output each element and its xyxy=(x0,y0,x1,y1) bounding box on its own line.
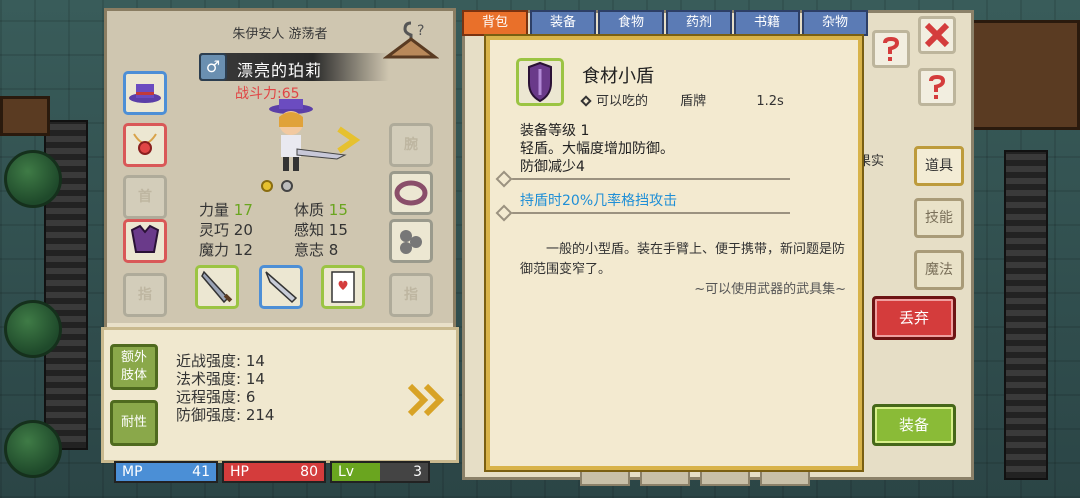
stat-value: 17 xyxy=(233,201,253,219)
discard-button[interactable]: 丢弃 xyxy=(872,296,956,340)
ring-slot-right-empty[interactable]: 指 xyxy=(389,273,433,317)
status-bars: MP 41 HP 80 Lv 3 xyxy=(114,461,430,485)
skills-button[interactable]: 技能 xyxy=(914,198,964,238)
character-panel: 朱伊安人 游荡者 ♂ 漂亮的珀莉 战斗力:65 ? 首 腕 力量 17 体质 1… xyxy=(101,8,459,463)
attribute-stats: 力量 17 体质 15 灵巧 20 感知 15 魔力 12 意志 8 xyxy=(199,199,389,259)
inventory-tabs: 背包 装备 食物 药剂 书籍 杂物 xyxy=(462,10,868,36)
stat-label: 灵巧 xyxy=(199,221,230,239)
item-title: 食材小盾 xyxy=(582,66,654,87)
stat-value: 8 xyxy=(328,241,339,259)
level-bar: Lv 3 xyxy=(330,461,430,483)
item-penalty: 防御减少4 xyxy=(520,159,585,175)
level-label: Lv xyxy=(338,464,355,480)
extra-limbs-button[interactable]: 额外 肢体 xyxy=(110,344,158,390)
item-description: 装备等级 1 轻盾。大幅度增加防御。 防御减少4 xyxy=(520,122,674,176)
gender-icon: ♂ xyxy=(199,53,227,81)
hp-label: HP xyxy=(230,464,249,480)
stat-label: 魔力 xyxy=(199,241,230,259)
divider xyxy=(504,178,790,180)
mp-label: MP xyxy=(122,464,143,480)
svg-text:?: ? xyxy=(417,23,424,39)
double-chevron-right-icon[interactable] xyxy=(406,382,446,418)
card-slot[interactable] xyxy=(321,265,365,309)
hp-value: 80 xyxy=(300,464,318,480)
slot-label: 首 xyxy=(138,189,152,205)
spell-strength: 法术强度: 14 xyxy=(176,370,265,388)
item-meta: 可以吃的 盾牌 1.2s xyxy=(580,90,784,109)
melee-strength: 近战强度: 14 xyxy=(176,352,265,370)
hat-slot[interactable] xyxy=(123,71,167,115)
weapon-slot-main[interactable] xyxy=(195,265,239,309)
help-question-icon[interactable] xyxy=(918,68,956,106)
equip-button[interactable]: 装备 xyxy=(872,404,956,446)
item-flavor-text: 一般的小型盾。装在手臂上、便于携带，新问题是防御范围变窄了。 xyxy=(520,242,846,277)
amulet-slot[interactable] xyxy=(123,123,167,167)
stat-label: 力量 xyxy=(199,201,230,219)
strength-list: 近战强度: 14 法术强度: 14 远程强度: 6 防御强度: 214 xyxy=(176,352,274,424)
stat-label: 意志 xyxy=(294,241,325,259)
defense-strength: 防御强度: 214 xyxy=(176,406,275,424)
tab-equipment[interactable]: 装备 xyxy=(530,10,596,36)
tab-potion[interactable]: 药剂 xyxy=(666,10,732,36)
shield-item-icon xyxy=(516,58,564,106)
ring-slot-left-empty[interactable]: 指 xyxy=(123,273,167,317)
item-edible: 可以吃的 xyxy=(596,94,649,109)
slot-label: 指 xyxy=(138,287,152,303)
extra-stats-box: 额外 肢体 耐性 近战强度: 14 法术强度: 14 远程强度: 6 防御强度:… xyxy=(101,327,459,463)
item-tooltip: 食材小盾 可以吃的 盾牌 1.2s 装备等级 1 轻盾。大幅度增加防御。 防御减… xyxy=(486,36,862,470)
belt-slot[interactable] xyxy=(389,171,433,215)
divider xyxy=(504,212,790,214)
background-tree xyxy=(4,300,62,358)
diamond-icon xyxy=(580,95,592,107)
slot-label: 指 xyxy=(404,287,418,303)
tab-backpack[interactable]: 背包 xyxy=(462,10,528,36)
mp-bar: MP 41 xyxy=(114,461,218,483)
stat-label: 感知 xyxy=(294,221,325,239)
mp-value: 41 xyxy=(192,464,210,480)
item-effect: 轻盾。大幅度增加防御。 xyxy=(520,141,674,157)
item-skill: 持盾时20%几率格挡攻击 xyxy=(520,193,678,209)
ranged-strength: 远程强度: 6 xyxy=(176,388,256,406)
items-button[interactable]: 道具 xyxy=(914,146,964,186)
item-equip-level: 装备等级 1 xyxy=(520,123,590,139)
item-type: 盾牌 xyxy=(680,94,707,109)
page-dot[interactable] xyxy=(281,180,293,192)
close-icon[interactable] xyxy=(918,16,956,54)
background-tree xyxy=(4,420,62,478)
tab-food[interactable]: 食物 xyxy=(598,10,664,36)
hp-bar: HP 80 xyxy=(222,461,326,483)
resistance-button[interactable]: 耐性 xyxy=(110,400,158,446)
magic-button[interactable]: 魔法 xyxy=(914,250,964,290)
item-weight: 1.2s xyxy=(756,94,784,109)
background-tree xyxy=(4,150,62,208)
next-character-arrow-icon[interactable] xyxy=(333,125,363,155)
level-value: 3 xyxy=(413,464,422,480)
stat-value: 15 xyxy=(328,201,348,219)
slot-label: 腕 xyxy=(404,137,418,153)
tab-books[interactable]: 书籍 xyxy=(734,10,800,36)
item-source: ~可以使用武器的武具集~ xyxy=(694,282,846,297)
background-pillar xyxy=(1004,150,1048,480)
wrist-slot-empty[interactable]: 腕 xyxy=(389,123,433,167)
weapon-slot-off[interactable] xyxy=(259,265,303,309)
background-shelf xyxy=(966,20,1080,130)
wardrobe-hanger-icon[interactable]: ? xyxy=(382,17,440,65)
sort-question-icon[interactable] xyxy=(872,30,910,68)
armor-slot[interactable] xyxy=(123,219,167,263)
page-dot-active[interactable] xyxy=(261,180,273,192)
boots-slot[interactable] xyxy=(389,219,433,263)
background-shelf xyxy=(0,96,50,136)
stat-value: 15 xyxy=(328,221,348,239)
stat-value: 20 xyxy=(233,221,253,239)
page-dots xyxy=(261,177,301,196)
character-name: 漂亮的珀莉 xyxy=(237,61,323,80)
tab-misc[interactable]: 杂物 xyxy=(802,10,868,36)
stat-value: 12 xyxy=(233,241,253,259)
stat-label: 体质 xyxy=(294,201,325,219)
neck-slot-empty[interactable]: 首 xyxy=(123,175,167,219)
